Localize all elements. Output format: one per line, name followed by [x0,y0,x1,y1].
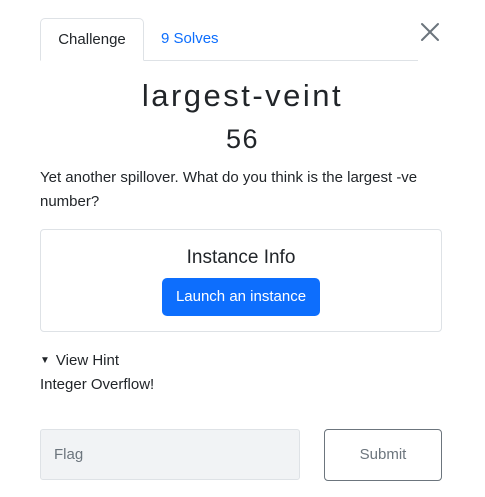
instance-info-card: Instance Info Launch an instance [40,229,442,332]
tab-solves[interactable]: 9 Solves [161,18,219,60]
challenge-description: Yet another spillover. What do you think… [40,169,418,210]
hint-content: Integer Overflow! [40,376,155,393]
launch-instance-button[interactable]: Launch an instance [162,278,320,316]
view-hint-toggle[interactable]: ▼ View Hint [40,350,119,372]
tab-challenge[interactable]: Challenge [40,18,144,61]
challenge-name: largest-veint [141,78,344,113]
submit-button[interactable]: Submit [324,429,442,481]
triangle-down-icon: ▼ [40,355,50,366]
close-icon [421,23,439,41]
view-hint-label: View Hint [55,352,119,369]
flag-input[interactable] [40,429,300,480]
tab-bar: Challenge 9 Solves [40,18,418,61]
challenge-modal: Challenge 9 Solves largest-veint 56 Yet … [0,0,485,497]
close-button[interactable] [418,20,442,44]
challenge-points: 56 [225,124,260,154]
instance-info-title: Instance Info [186,247,296,268]
